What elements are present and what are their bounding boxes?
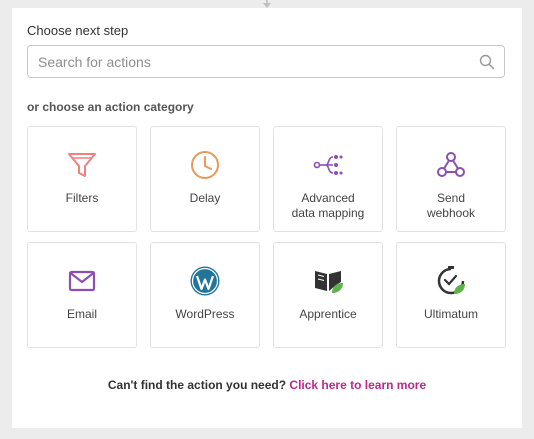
category-card-email[interactable]: Email	[27, 242, 137, 348]
category-card-delay[interactable]: Delay	[150, 126, 260, 232]
search-input[interactable]	[38, 46, 478, 77]
category-card-advanced-data-mapping[interactable]: Advanced data mapping	[273, 126, 383, 232]
category-card-ultimatum[interactable]: Ultimatum	[396, 242, 506, 348]
category-card-filters[interactable]: Filters	[27, 126, 137, 232]
action-category-grid: Filters Delay Advanced data mapping Send…	[27, 126, 506, 348]
category-label: Delay	[189, 191, 221, 205]
category-label: Email	[66, 307, 97, 321]
category-label: Ultimatum	[423, 307, 478, 321]
help-question: Can't find the action you need?	[107, 378, 290, 392]
category-label: Advanced data mapping	[291, 191, 365, 220]
funnel-icon	[68, 153, 96, 177]
timer-leaf-icon	[437, 266, 465, 295]
data-mapping-icon	[313, 155, 343, 175]
help-footer: Can't find the action you need? Click he…	[12, 378, 522, 392]
category-label: Apprentice	[299, 307, 357, 321]
wordpress-icon	[190, 266, 220, 296]
category-label: Filters	[65, 191, 99, 205]
envelope-icon	[68, 270, 96, 292]
clock-icon	[191, 151, 219, 179]
category-label: WordPress	[175, 307, 235, 321]
choose-next-step-panel: Choose next step or choose an action cat…	[12, 8, 522, 428]
learn-more-link[interactable]: Click here to learn more	[289, 378, 426, 392]
category-heading: or choose an action category	[27, 100, 194, 114]
category-card-apprentice[interactable]: Apprentice	[273, 242, 383, 348]
category-card-wordpress[interactable]: WordPress	[150, 242, 260, 348]
category-card-send-webhook[interactable]: Send webhook	[396, 126, 506, 232]
webhook-icon	[437, 152, 465, 177]
search-icon[interactable]	[479, 54, 495, 70]
panel-title: Choose next step	[27, 23, 129, 38]
search-field[interactable]	[27, 45, 505, 78]
category-label: Send webhook	[426, 191, 476, 220]
book-leaf-icon	[315, 271, 343, 293]
